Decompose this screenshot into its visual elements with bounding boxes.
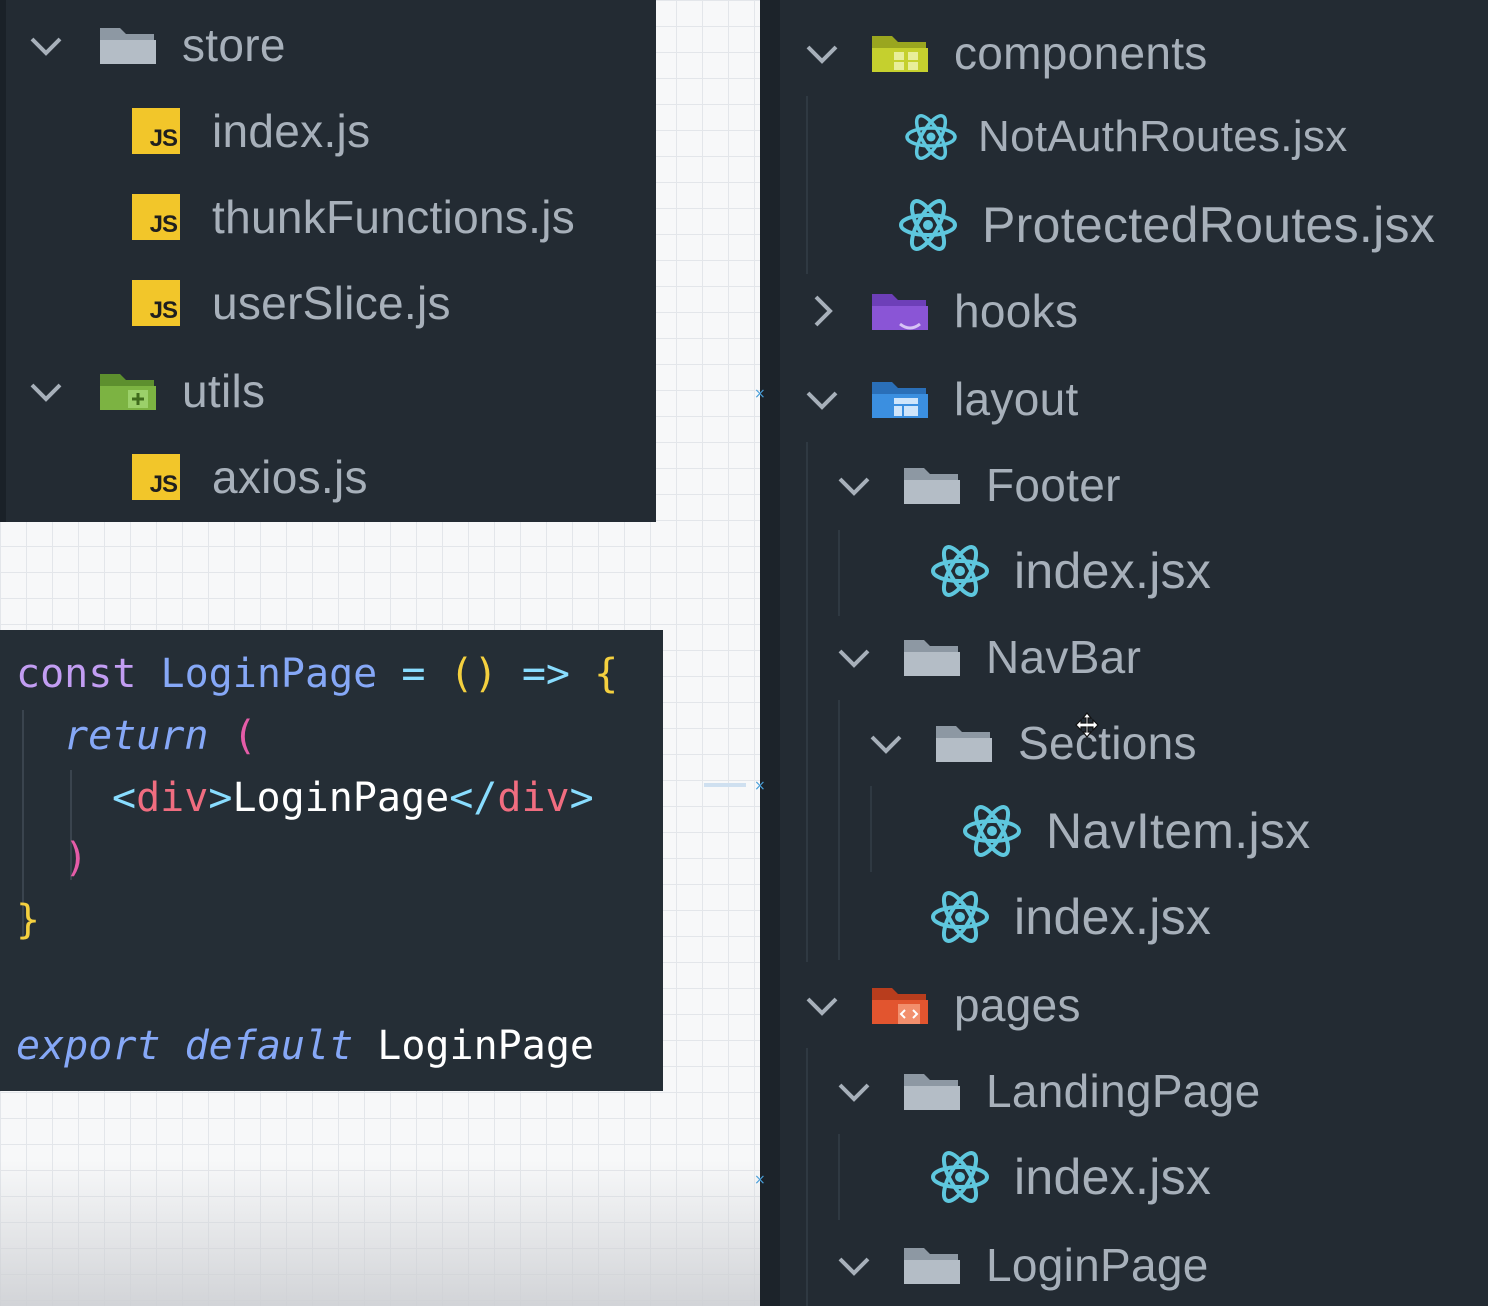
file-label: index.js: [212, 105, 371, 157]
file-label: index.jsx: [1014, 543, 1212, 599]
folder-row-footer[interactable]: Footer: [832, 442, 1121, 528]
folder-row-layout[interactable]: layout: [800, 356, 1079, 442]
folder-icon: [98, 22, 158, 68]
code-line-5: }: [16, 897, 41, 943]
folder-label-store: store: [182, 19, 286, 71]
folder-row-hooks[interactable]: hooks: [800, 268, 1078, 354]
folder-label-loginpage: LoginPage: [986, 1239, 1209, 1291]
file-row-navitem-jsx[interactable]: NavItem.jsx: [962, 788, 1310, 874]
folder-label-components: components: [954, 27, 1208, 79]
chevron-down-icon: [800, 377, 844, 421]
code-line-4: ): [64, 835, 89, 881]
canvas-bottom-shade: [0, 1160, 760, 1306]
folder-row-pages[interactable]: pages: [800, 962, 1081, 1048]
file-label: userSlice.js: [212, 277, 451, 329]
folder-row-loginpage[interactable]: LoginPage: [832, 1222, 1209, 1306]
file-label: NotAuthRoutes.jsx: [978, 112, 1348, 161]
folder-icon: [902, 1242, 962, 1288]
folder-row-store[interactable]: store: [24, 2, 286, 88]
react-icon: [930, 889, 990, 945]
indent-guide: [838, 1134, 840, 1220]
indent-guide: [806, 442, 808, 962]
folder-row-navbar[interactable]: NavBar: [832, 614, 1141, 700]
folder-label-sections: Sections: [1018, 717, 1197, 769]
js-file-icon: JS: [132, 280, 180, 326]
file-row-landingpage-index-jsx[interactable]: index.jsx: [930, 1134, 1211, 1220]
chevron-down-icon: [24, 23, 68, 67]
file-row-userslice-js[interactable]: JS userSlice.js: [132, 260, 451, 346]
js-file-icon: JS: [132, 194, 180, 240]
file-row-index-js[interactable]: JS index.js: [132, 88, 370, 174]
chevron-down-icon: [832, 635, 876, 679]
react-icon: [930, 543, 990, 599]
anchor-mark-icon: ×: [754, 386, 766, 402]
folder-icon: [902, 634, 962, 680]
hooks-folder-icon: [870, 288, 930, 334]
code-line-3: < div > LoginPage </div >: [112, 775, 594, 821]
project-file-tree-panel: components NotAuthRoutes.jsx ProtectedRo…: [760, 0, 1488, 1306]
chevron-down-icon: [832, 463, 876, 507]
store-file-tree-panel: store JS index.js JS thunkFunctions.js J…: [0, 0, 656, 522]
pages-folder-icon: [870, 982, 930, 1028]
folder-label-hooks: hooks: [954, 285, 1079, 337]
indent-guide: [838, 530, 840, 616]
components-folder-icon: [870, 30, 930, 76]
indent-guide: [870, 786, 872, 872]
react-icon: [904, 112, 958, 162]
code-line-1: const LoginPage = () => {: [16, 651, 619, 697]
connector-arrow-icon: [704, 783, 746, 787]
file-row-protectedroutes-jsx[interactable]: ProtectedRoutes.jsx: [898, 182, 1435, 268]
js-file-icon: JS: [132, 108, 180, 154]
folder-row-components[interactable]: components: [800, 10, 1208, 96]
move-cursor-icon: [1075, 712, 1099, 738]
indent-guide: [806, 96, 808, 274]
file-label: index.jsx: [1014, 889, 1212, 945]
folder-row-utils[interactable]: utils: [24, 348, 265, 434]
folder-label-navbar: NavBar: [986, 631, 1142, 683]
folder-icon: [902, 1068, 962, 1114]
folder-label-layout: layout: [954, 373, 1079, 425]
chevron-down-icon: [800, 31, 844, 75]
utils-folder-icon: [98, 368, 158, 414]
layout-folder-icon: [870, 376, 930, 422]
file-row-axios-js[interactable]: JS axios.js: [132, 434, 368, 520]
anchor-mark-icon: ×: [754, 1172, 766, 1188]
chevron-down-icon: [832, 1069, 876, 1113]
file-row-footer-index-jsx[interactable]: index.jsx: [930, 528, 1211, 614]
file-label: NavItem.jsx: [1046, 803, 1311, 859]
folder-icon: [934, 720, 994, 766]
folder-row-landingpage[interactable]: LandingPage: [832, 1048, 1260, 1134]
chevron-down-icon: [832, 1243, 876, 1287]
file-label: ProtectedRoutes.jsx: [982, 197, 1436, 253]
indent-guide: [806, 1048, 808, 1306]
folder-icon: [902, 462, 962, 508]
file-row-thunkfunctions-js[interactable]: JS thunkFunctions.js: [132, 174, 575, 260]
indent-guide: [838, 700, 840, 960]
file-label: axios.js: [212, 451, 368, 503]
file-row-navbar-index-jsx[interactable]: index.jsx: [930, 874, 1211, 960]
folder-label-utils: utils: [182, 365, 266, 417]
folder-label-landingpage: LandingPage: [986, 1065, 1261, 1117]
chevron-down-icon: [24, 369, 68, 413]
react-icon: [898, 197, 958, 253]
chevron-down-icon: [864, 721, 908, 765]
anchor-mark-icon: ×: [754, 778, 766, 794]
folder-label-pages: pages: [954, 979, 1081, 1031]
code-editor-panel: const LoginPage = () => { return ( < div >…: [0, 630, 663, 1091]
file-row-notauthroutes-jsx[interactable]: NotAuthRoutes.jsx: [904, 94, 1348, 180]
code-line-7: export default LoginPage: [16, 1023, 595, 1069]
react-icon: [930, 1149, 990, 1205]
folder-label-footer: Footer: [986, 459, 1121, 511]
chevron-down-icon: [800, 983, 844, 1027]
react-icon: [962, 803, 1022, 859]
file-label: index.jsx: [1014, 1149, 1212, 1205]
js-file-icon: JS: [132, 454, 180, 500]
file-label: thunkFunctions.js: [212, 191, 576, 243]
chevron-right-icon: [800, 289, 844, 333]
folder-row-sections[interactable]: Sections: [864, 700, 1197, 786]
code-line-2: return (: [64, 713, 257, 759]
